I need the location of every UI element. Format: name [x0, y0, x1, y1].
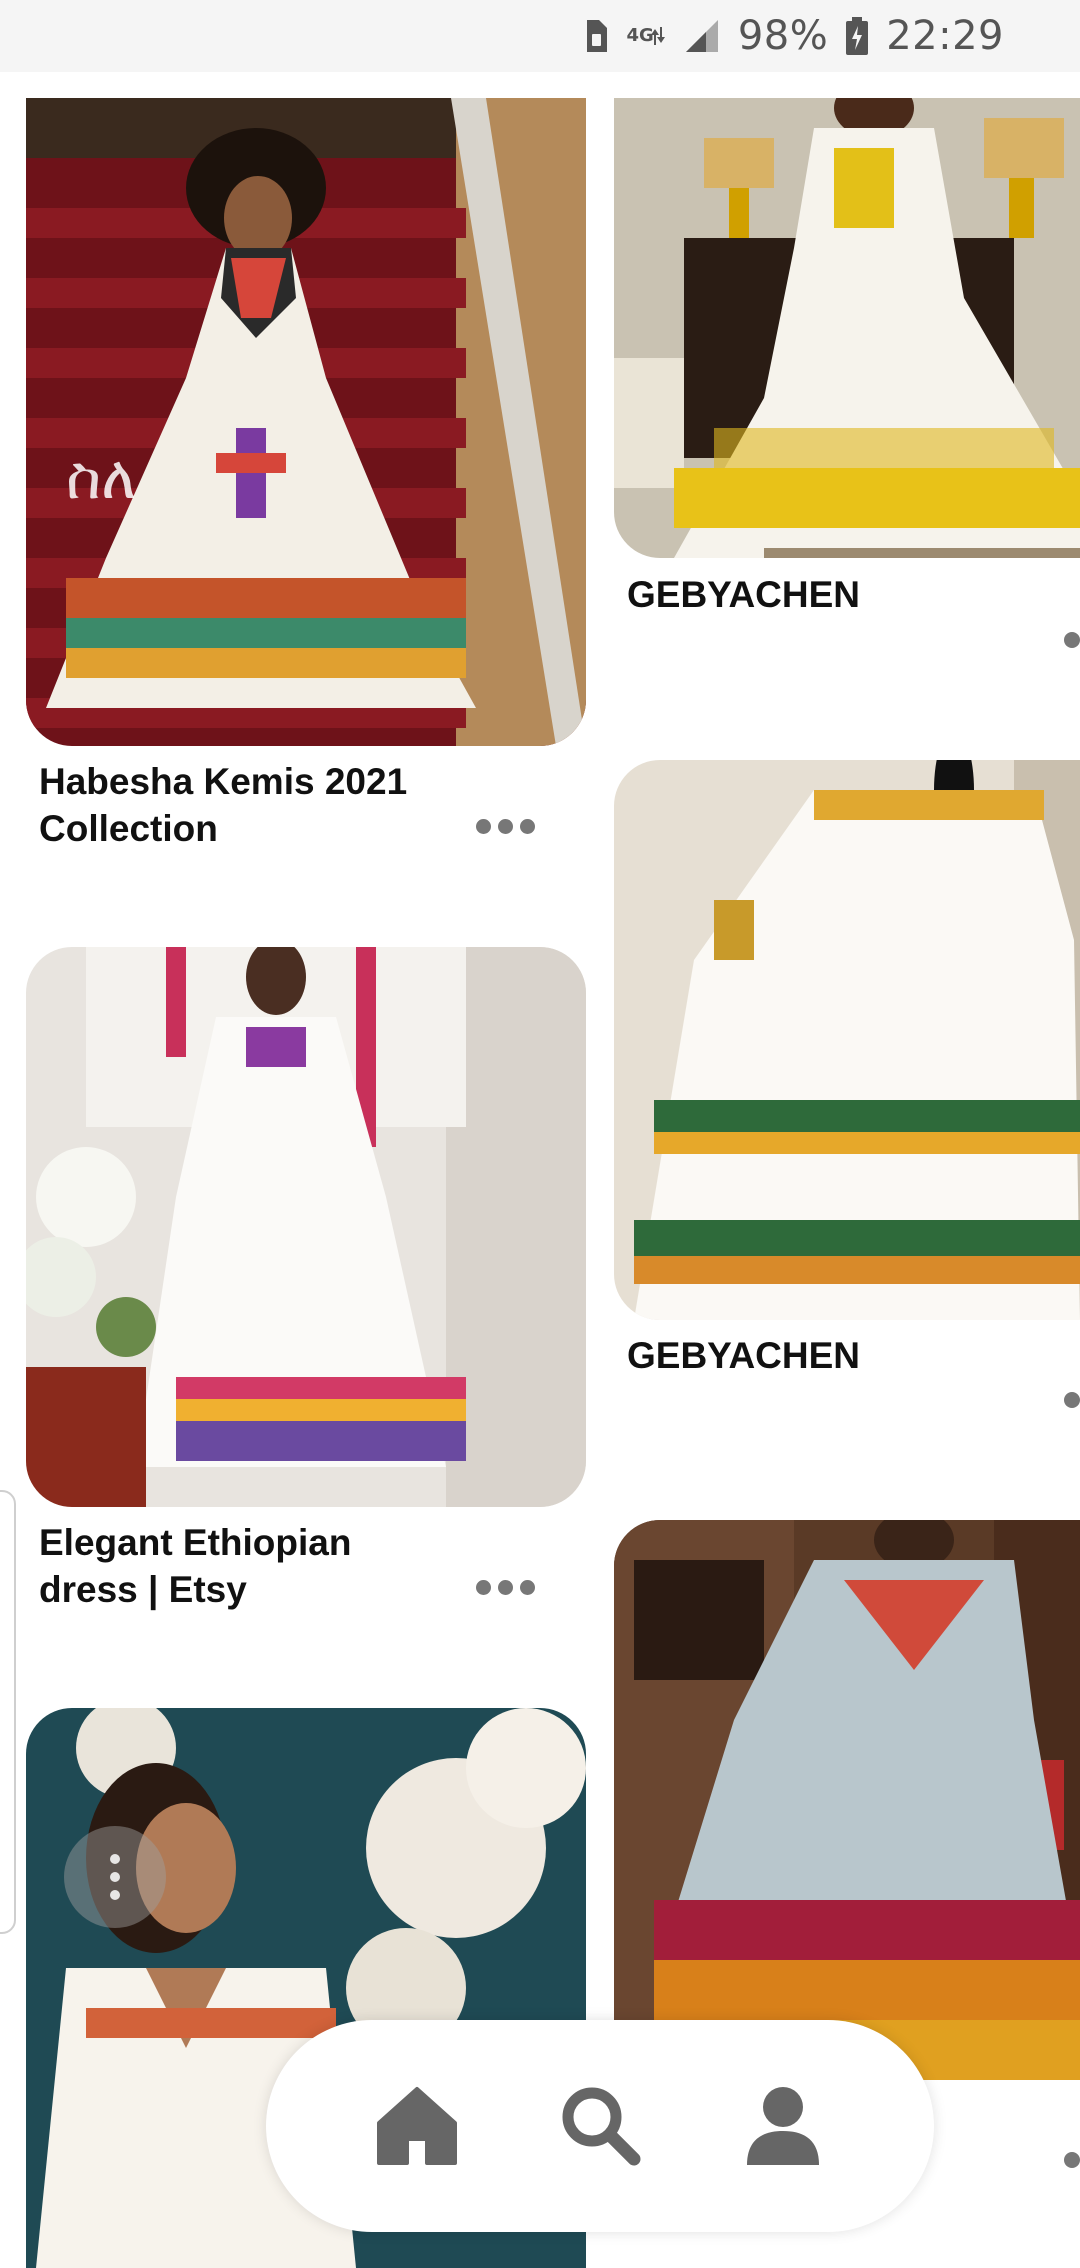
pin-image-yellow-gown[interactable]	[614, 98, 1080, 558]
pin-image-blue-gown[interactable]	[614, 1520, 1080, 2080]
status-bar: 4G 98% 22:29	[0, 0, 1080, 72]
home-icon	[377, 2087, 458, 2165]
sim-icon	[583, 18, 609, 54]
home-tab-button[interactable]	[367, 2075, 467, 2175]
pin-title-line: GEBYACHEN	[627, 574, 861, 615]
pin-title-line: GEBYACHEN	[627, 1335, 861, 1376]
profile-icon	[746, 2087, 819, 2165]
pin-title-gebyachen[interactable]: GEBYACHEN	[627, 571, 860, 618]
data-arrows-icon	[650, 27, 665, 45]
more-options-button[interactable]	[476, 1580, 535, 1595]
more-options-button[interactable]	[476, 819, 535, 834]
signal-icon	[684, 18, 720, 54]
pin-title-elegant-ethiopian-dress[interactable]: Elegant Ethiopian dress | Etsy	[39, 1519, 351, 1613]
battery-percent: 98%	[737, 13, 829, 59]
vertical-dots-icon	[110, 1854, 120, 1900]
more-options-button[interactable]	[1064, 1392, 1080, 1408]
bottom-navigation	[266, 2020, 934, 2232]
pin-title-line: dress | Etsy	[39, 1569, 247, 1610]
profile-tab-button[interactable]	[733, 2075, 833, 2175]
pin-title-line: Elegant Ethiopian	[39, 1522, 352, 1563]
svg-text:ስለ: ስለ	[66, 443, 136, 513]
floating-menu-button[interactable]	[64, 1826, 166, 1928]
battery-charging-icon	[846, 17, 869, 55]
more-options-button[interactable]	[1064, 632, 1080, 648]
pin-image-elegant-ethiopian-dress[interactable]	[26, 947, 586, 1507]
more-options-button[interactable]	[1064, 2152, 1080, 2168]
search-icon	[562, 2087, 641, 2166]
network-indicator: 4G	[627, 21, 666, 51]
pin-title-gebyachen[interactable]: GEBYACHEN	[627, 1332, 860, 1379]
pin-title-line: Habesha Kemis 2021	[39, 761, 408, 802]
pin-title-line: Collection	[39, 808, 218, 849]
pin-image-white-patterned-gown[interactable]	[614, 760, 1080, 1320]
clock: 22:29	[886, 13, 1004, 59]
pin-image-habesha-kemis[interactable]: ስለ	[26, 98, 586, 746]
search-tab-button[interactable]	[550, 2075, 650, 2175]
edge-panel-handle[interactable]	[0, 1490, 16, 1934]
pin-title-habesha-kemis[interactable]: Habesha Kemis 2021 Collection	[39, 758, 407, 852]
